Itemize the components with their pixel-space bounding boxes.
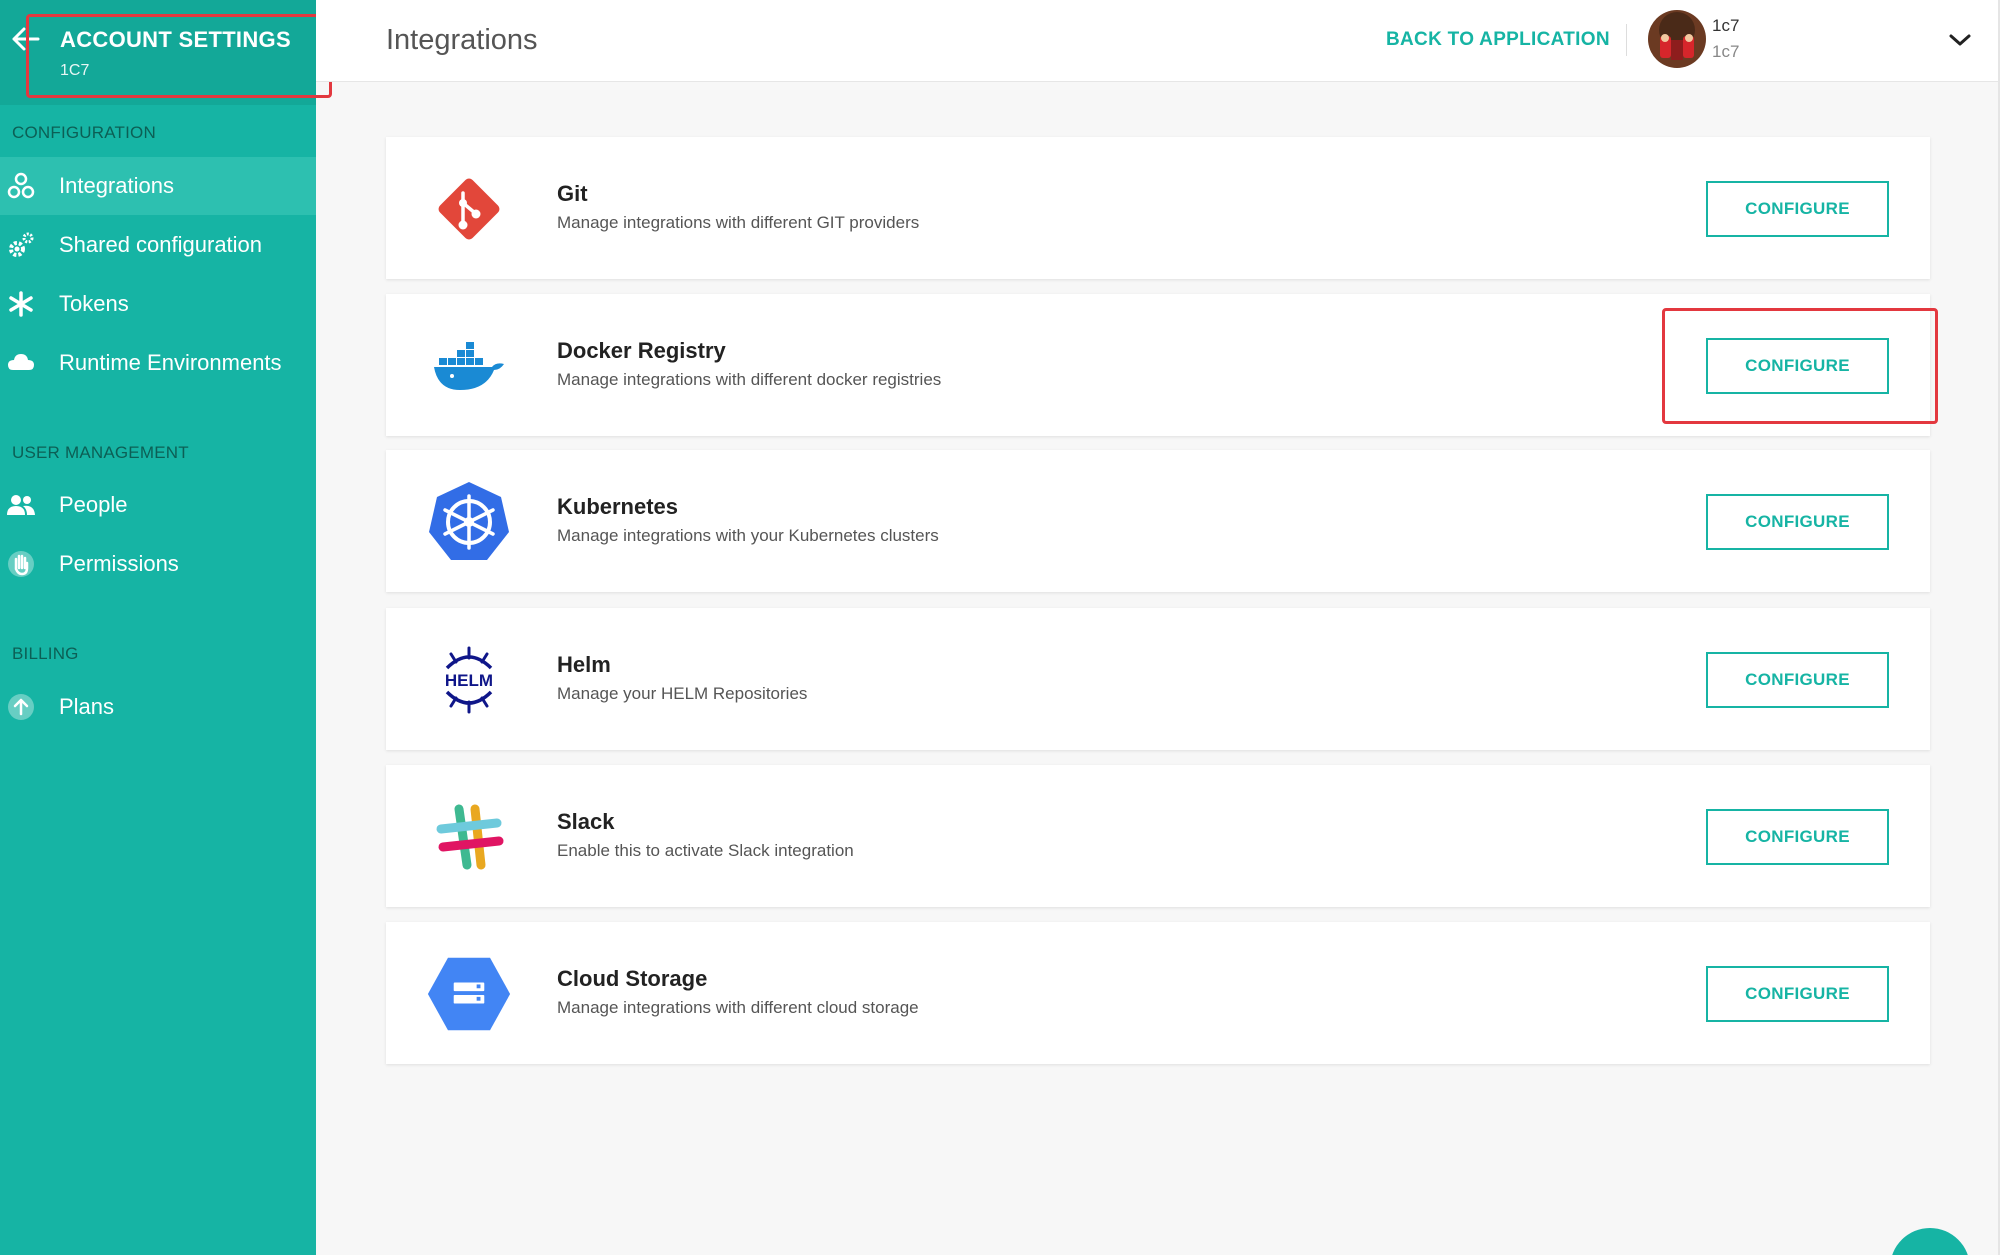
cloud-icon [8, 354, 34, 370]
integration-card-cloud-storage: Cloud Storage Manage integrations with d… [386, 922, 1930, 1064]
integration-card-git: Git Manage integrations with different G… [386, 137, 1930, 279]
integration-title: Slack [557, 809, 615, 834]
top-header: Integrations BACK TO APPLICATION 1c7 1c7 [316, 0, 2000, 82]
sidebar-item-shared-configuration[interactable]: Shared configuration [0, 216, 316, 274]
section-user-management: USER MANAGEMENT [12, 443, 189, 462]
sidebar-item-label: Integrations [59, 173, 174, 198]
integration-title: Cloud Storage [557, 966, 708, 991]
arrow-up-circle-icon [8, 694, 34, 720]
sidebar-item-label: Shared configuration [59, 232, 263, 257]
integration-title: Git [557, 181, 588, 206]
page-title: Integrations [386, 24, 538, 56]
chat-widget-button[interactable] [1890, 1228, 1970, 1255]
kubernetes-logo [426, 482, 512, 562]
sidebar-item-permissions[interactable]: Permissions [0, 535, 316, 593]
helm-icon: HELM [445, 646, 493, 714]
docker-icon [434, 342, 504, 390]
integration-title: Docker Registry [557, 338, 726, 363]
configure-helm-button[interactable]: CONFIGURE [1706, 652, 1889, 708]
slack-logo [426, 797, 512, 877]
sidebar: ACCOUNT SETTINGS 1C7 CONFIGURATION Integ… [0, 0, 332, 1255]
sidebar-item-label: Plans [59, 694, 115, 719]
configure-slack-button[interactable]: CONFIGURE [1706, 809, 1889, 865]
chevron-down-icon[interactable] [1948, 28, 1972, 52]
integration-card-helm: HELM Helm Manage your HELM Repositories … [386, 608, 1930, 750]
sidebar-item-label: Runtime Environments [59, 350, 282, 375]
asterisk-icon [9, 291, 33, 317]
integration-description: Enable this to activate Slack integratio… [557, 841, 854, 860]
cloud-storage-icon [427, 957, 511, 1031]
configure-docker-highlight [1662, 308, 1938, 424]
integration-title: Helm [557, 652, 611, 677]
integration-title: Kubernetes [557, 494, 679, 519]
sidebar-item-runtime-environments[interactable]: Runtime Environments [0, 334, 316, 392]
sidebar-item-label: Tokens [59, 291, 129, 316]
account-header-highlight [26, 14, 332, 98]
user-name[interactable]: 1c7 [1712, 16, 1739, 36]
integrations-icon [7, 172, 35, 199]
configure-cloud-storage-button[interactable]: CONFIGURE [1706, 966, 1889, 1022]
sidebar-item-label: People [59, 492, 128, 517]
sidebar-item-people[interactable]: People [0, 476, 316, 534]
gears-icon [9, 232, 34, 257]
helm-logo: HELM [426, 640, 512, 720]
sidebar-item-integrations[interactable]: Integrations [0, 157, 316, 215]
integration-card-kubernetes: Kubernetes Manage integrations with your… [386, 450, 1930, 592]
integration-description: Manage integrations with different GIT p… [557, 213, 920, 232]
kubernetes-icon [429, 482, 509, 560]
git-icon [438, 178, 500, 240]
helm-logo-text: HELM [445, 671, 493, 690]
integration-description: Manage integrations with your Kubernetes… [557, 526, 939, 545]
docker-logo [426, 326, 512, 406]
integration-card-slack: Slack Enable this to activate Slack inte… [386, 765, 1930, 907]
configure-kubernetes-button[interactable]: CONFIGURE [1706, 494, 1889, 550]
section-billing: BILLING [12, 644, 79, 663]
integration-description: Manage integrations with different docke… [557, 370, 942, 389]
avatar[interactable] [1648, 10, 1706, 68]
user-account: 1c7 [1712, 42, 1740, 61]
header-divider [1626, 24, 1627, 56]
section-configuration: CONFIGURATION [12, 123, 156, 142]
sidebar-item-tokens[interactable]: Tokens [0, 275, 316, 333]
slack-icon [436, 804, 504, 870]
sidebar-item-label: Permissions [59, 551, 179, 576]
git-logo [426, 169, 512, 249]
integration-description: Manage integrations with different cloud… [557, 998, 919, 1017]
cloud-storage-logo [426, 954, 512, 1034]
configure-git-button[interactable]: CONFIGURE [1706, 181, 1889, 237]
back-to-application-link[interactable]: BACK TO APPLICATION [1386, 29, 1610, 51]
sidebar-item-plans[interactable]: Plans [0, 678, 316, 736]
people-icon [7, 495, 35, 515]
hand-icon [8, 551, 34, 577]
integration-description: Manage your HELM Repositories [557, 684, 808, 703]
